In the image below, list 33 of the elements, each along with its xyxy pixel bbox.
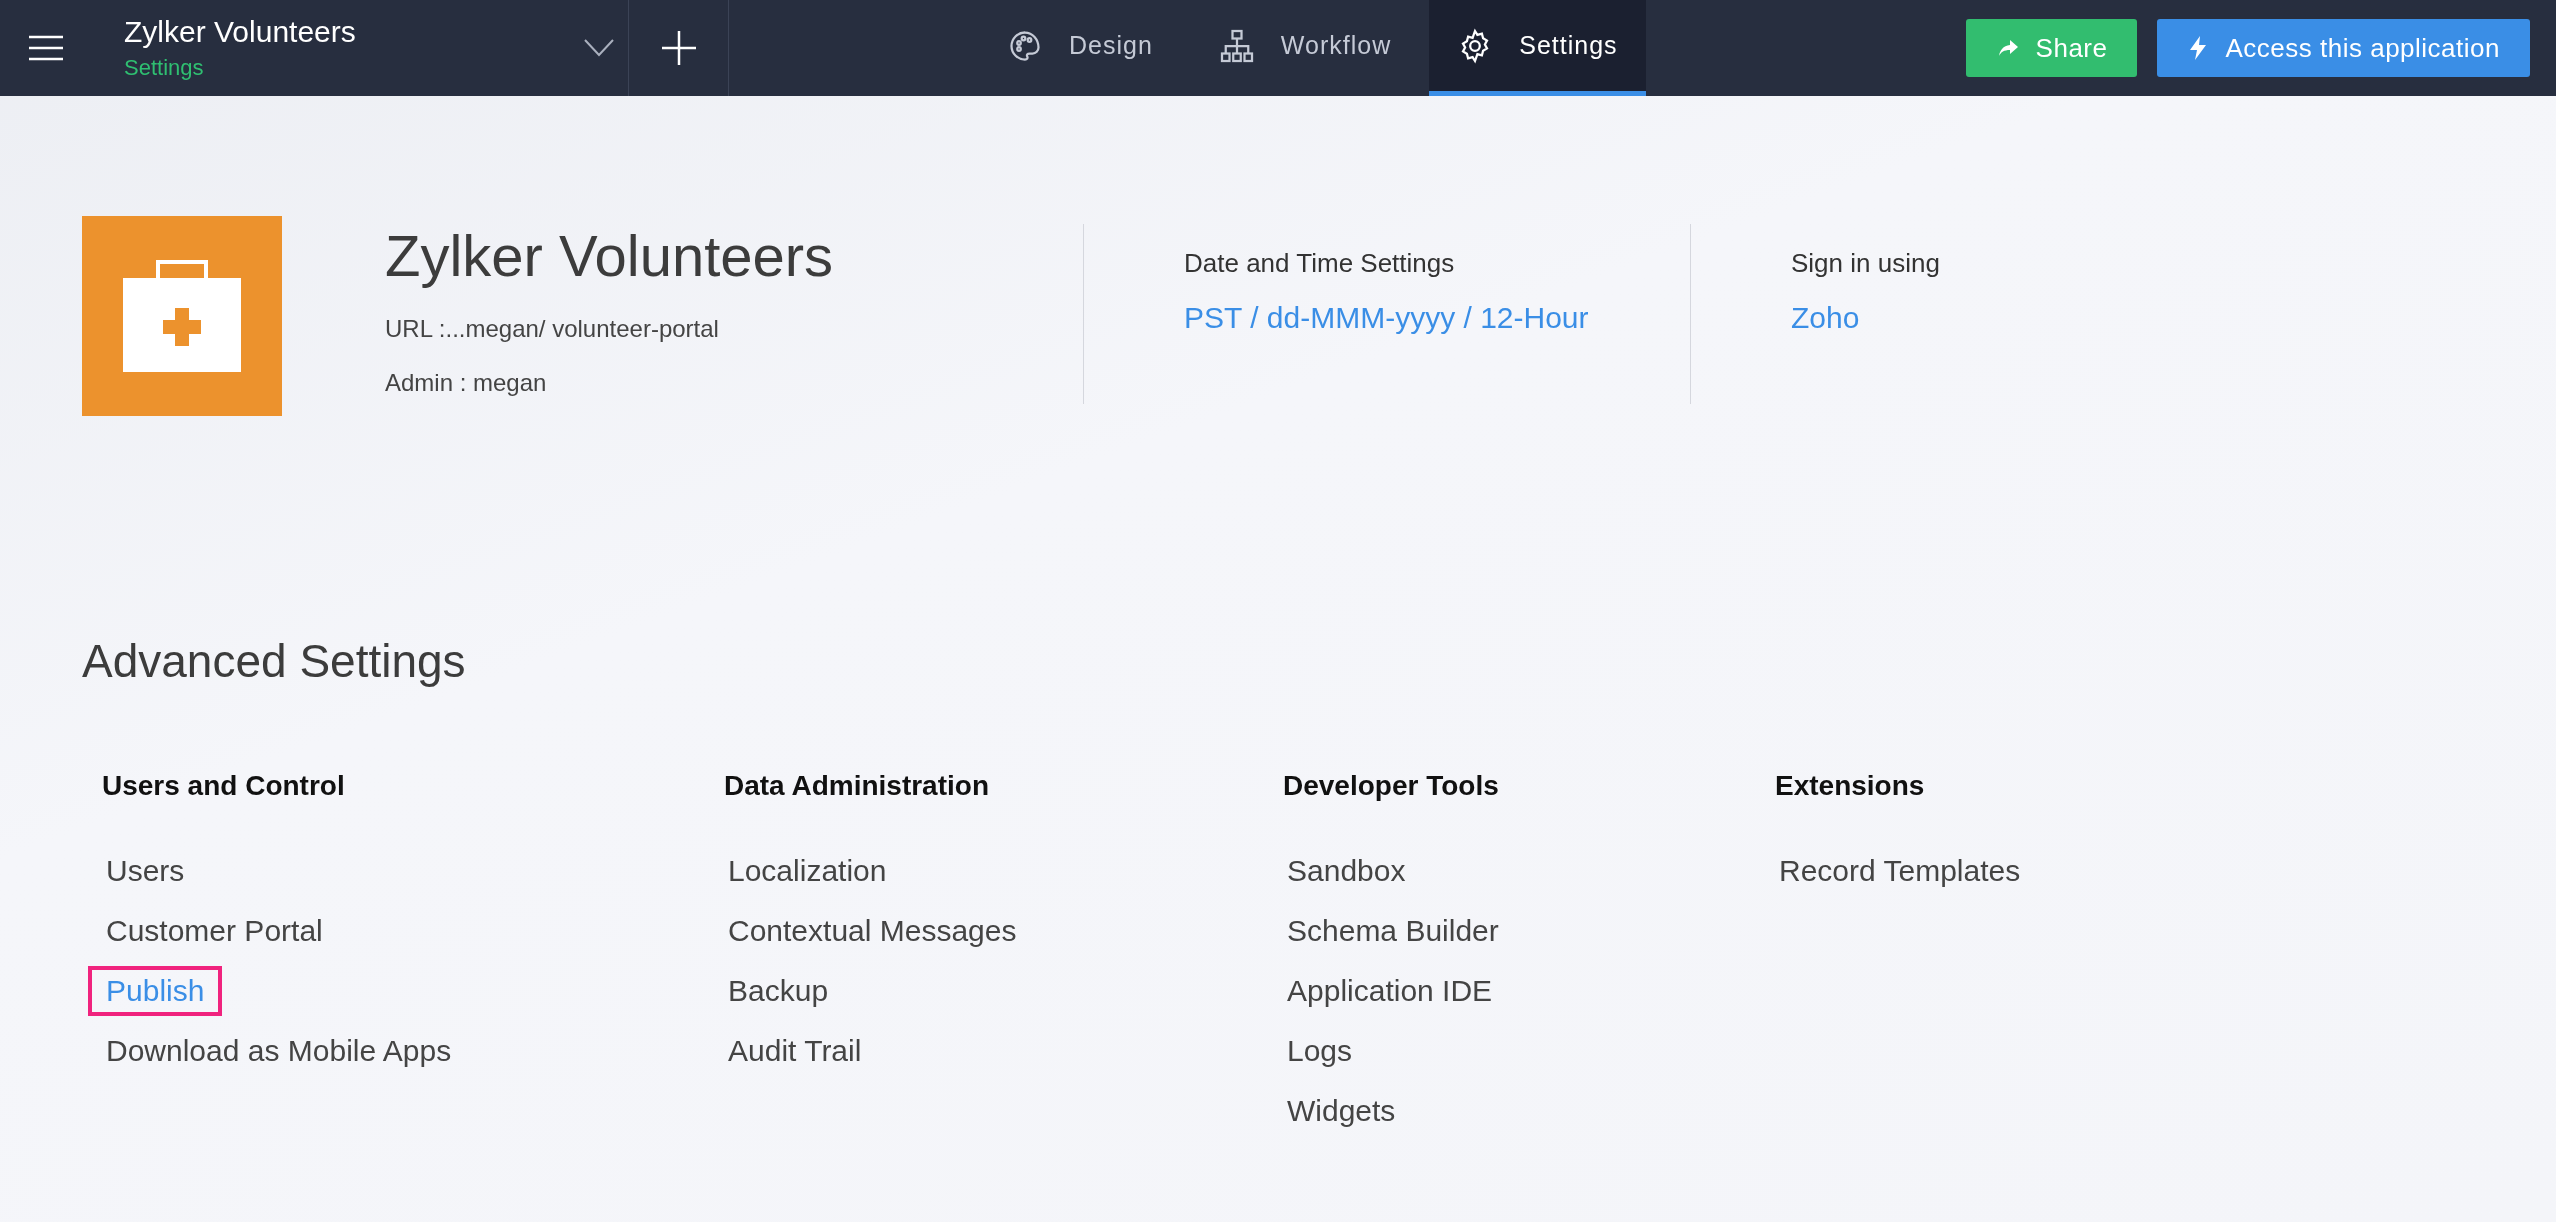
- app-name: Zylker Volunteers: [124, 15, 356, 49]
- section-label: Settings: [124, 55, 205, 81]
- nav-tab[interactable]: Workflow: [1190, 0, 1420, 96]
- settings-link[interactable]: Localization: [710, 846, 905, 896]
- nav-tab[interactable]: Settings: [1429, 0, 1646, 96]
- settings-link[interactable]: Download as Mobile Apps: [88, 1026, 470, 1076]
- app-admin: Admin : megan: [385, 369, 548, 397]
- medical-kit-icon: [123, 260, 241, 372]
- column-heading: Developer Tools: [1283, 770, 1499, 802]
- settings-link[interactable]: Sandbox: [1269, 846, 1424, 896]
- settings-link[interactable]: Schema Builder: [1269, 906, 1517, 956]
- settings-link[interactable]: Contextual Messages: [710, 906, 1035, 956]
- nav-tab[interactable]: Design: [979, 0, 1181, 96]
- app-title: Zylker Volunteers: [385, 222, 835, 289]
- settings-link[interactable]: Widgets: [1269, 1086, 1414, 1136]
- settings-link[interactable]: Application IDE: [1269, 966, 1511, 1016]
- column-heading: Extensions: [1775, 770, 1925, 802]
- settings-link[interactable]: Customer Portal: [88, 906, 341, 956]
- plus-icon: [661, 31, 696, 65]
- settings-link[interactable]: Users: [88, 846, 203, 896]
- settings-link[interactable]: Backup: [710, 966, 847, 1016]
- menu-icon: [29, 35, 63, 61]
- hierarchy-icon: [1218, 27, 1255, 64]
- column-heading: Data Administration: [724, 770, 989, 802]
- settings-link[interactable]: Audit Trail: [710, 1026, 880, 1076]
- section-title: Advanced Settings: [82, 634, 467, 688]
- settings-link[interactable]: Record Templates: [1761, 846, 2039, 896]
- setting-label: Sign in using: [1791, 248, 1941, 279]
- column-heading: Users and Control: [102, 770, 345, 802]
- chevron-down-icon[interactable]: [584, 39, 614, 57]
- app-url: URL :...megan/ volunteer-portal: [385, 315, 720, 343]
- settings-link[interactable]: Logs: [1269, 1026, 1371, 1076]
- setting-label: Date and Time Settings: [1184, 248, 1456, 279]
